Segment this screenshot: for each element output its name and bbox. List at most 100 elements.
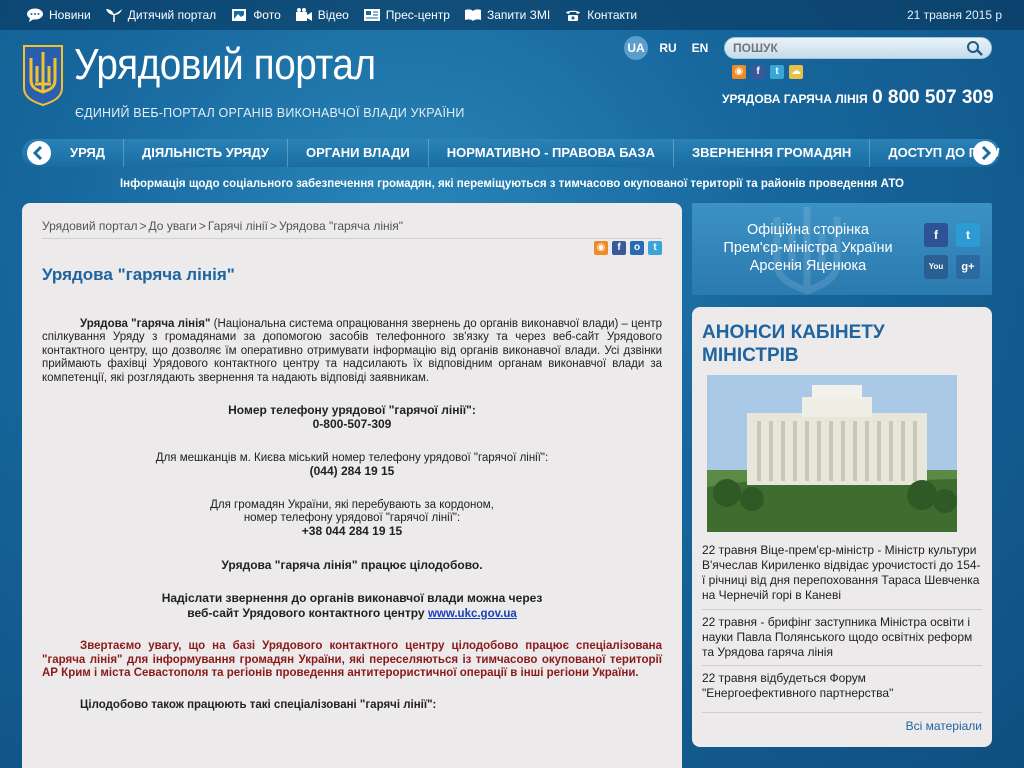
topbar-label: Новини [49,8,91,22]
facebook-icon[interactable]: f [612,241,626,255]
government-building-image[interactable] [707,375,957,532]
search-icon [967,41,983,56]
rss-icon[interactable]: ◉ [732,65,746,79]
notice-paragraph: Звертаємо увагу, що на базі Урядового ко… [42,640,662,679]
current-date: 21 травня 2015 р [906,8,1002,22]
phone-number: 0-800-507-309 [312,417,392,432]
twitter-icon[interactable]: t [770,65,784,79]
breadcrumb-separator: > [139,219,147,233]
topbar-item-kids-portal[interactable]: Дитячий портал [105,8,216,22]
announcements-title: АНОНСИ КАБІНЕТУ МІНІСТРІВ [702,321,885,367]
nav-next-button[interactable] [973,141,997,165]
breadcrumb-current: Урядова "гаряча лінія" [278,219,404,233]
abroad-label: Для громадян України, які перебувають за… [210,498,494,511]
topbar-label: Контакти [587,8,638,22]
facebook-icon[interactable]: f [751,65,765,79]
intro-bold: Урядова "гаряча лінія" [80,318,211,330]
facebook-icon[interactable]: f [924,223,948,247]
pm-social-links: f t You g+ [924,223,980,279]
also-lines-heading: Цілодобово також працюють такі спеціаліз… [42,699,662,712]
twitter-icon[interactable]: t [648,241,662,255]
breadcrumb-item[interactable]: До уваги [149,219,197,233]
topbar-label: Дитячий портал [127,8,217,22]
breadcrumb-item[interactable]: Урядовий портал [42,219,138,233]
twitter-icon[interactable]: t [956,223,980,247]
cabinet-announcements: АНОНСИ КАБІНЕТУ МІНІСТРІВ 22 травня Віце… [692,307,992,747]
nav-item-legal-base[interactable]: НОРМАТИВНО - ПРАВОВА БАЗА [429,139,674,167]
topbar-item-video[interactable]: Відео [295,8,349,22]
nav-items: УРЯД ДІЯЛЬНІСТЬ УРЯДУ ОРГАНИ ВЛАДИ НОРМА… [58,139,1000,167]
topbar-label: Запити ЗМІ [486,8,551,22]
kyiv-phone-block: Для мешканців м. Києва міський номер тел… [42,452,662,480]
document-icon [363,8,381,22]
divider [42,238,662,239]
site-title[interactable]: Урядовий портал [74,40,376,90]
rss-icon[interactable]: ◉ [594,241,608,255]
google-plus-icon[interactable]: g+ [956,255,980,279]
nav-item-government[interactable]: УРЯД [58,139,125,167]
title-line: АНОНСИ КАБІНЕТУ [702,322,885,343]
top-utility-bar: Новини Дитячий портал Фото Відео Прес-це… [0,0,1024,30]
photo-icon [230,8,248,22]
site-subtitle: ЄДИНИЙ ВЕБ-ПОРТАЛ ОРГАНІВ ВИКОНАВЧОЇ ВЛА… [75,106,465,120]
divider [702,665,982,666]
sprout-icon [105,8,123,22]
video-camera-icon [295,8,313,22]
pm-page-banner[interactable]: Офіційна сторінка Прем'єр-міністра Украї… [692,203,992,295]
topbar-item-press-center[interactable]: Прес-центр [363,8,450,22]
nav-item-citizen-appeals[interactable]: ЗВЕРНЕННЯ ГРОМАДЯН [674,139,871,167]
odnoklassniki-icon[interactable]: o [630,241,644,255]
pm-line: Арсенія Яценюка [749,258,867,274]
youtube-icon[interactable]: You [924,255,948,279]
breadcrumb-item[interactable]: Гарячі лінії [208,219,268,233]
main-navigation: УРЯД ДІЯЛЬНІСТЬ УРЯДУ ОРГАНИ ВЛАДИ НОРМА… [22,139,1000,167]
breadcrumb: Урядовий портал > До уваги > Гарячі лінії > Ур… [42,219,403,233]
topbar-item-media-requests[interactable]: Запити ЗМІ [464,8,550,22]
lang-ru[interactable]: RU [656,36,680,60]
phone-block: Номер телефону урядової "гарячої лінії":… [42,403,662,433]
search-input[interactable] [725,38,945,58]
pm-banner-text: Офіційна сторінка Прем'єр-міністра Украї… [702,221,914,275]
building-illustration [707,375,957,532]
pm-line: Офіційна сторінка [747,222,869,238]
all-materials-link[interactable]: Всі матеріали [906,719,982,733]
article-intro: Урядова "гаряча лінія" (Національна сист… [42,318,662,385]
chevron-left-icon [32,145,43,161]
breadcrumb-separator: > [269,219,277,233]
main-content: Урядовий портал > До уваги > Гарячі лінії > Ур… [22,203,682,768]
trident-logo-icon[interactable] [22,44,64,107]
search-button[interactable] [960,38,990,58]
chevron-right-icon [981,145,992,161]
divider [702,712,982,713]
lang-ua[interactable]: UA [624,36,648,60]
lang-en[interactable]: EN [688,36,712,60]
topbar-label: Прес-центр [385,8,450,22]
topbar-item-contacts[interactable]: Контакти [564,8,637,22]
send-block: Надіслати звернення до органів виконавчо… [42,592,662,621]
news-item[interactable]: 22 травня Віце-прем'єр-міністр - Міністр… [702,543,982,603]
abroad-phone-block: Для громадян України, які перебувають за… [42,499,662,540]
nav-prev-button[interactable] [27,141,51,165]
divider [702,609,982,610]
nav-item-authorities[interactable]: ОРГАНИ ВЛАДИ [288,139,429,167]
title-line: МІНІСТРІВ [702,345,799,366]
abroad-phone: +38 044 284 19 15 [301,524,403,539]
share-buttons: ◉ f o t [590,241,662,255]
topbar-item-photo[interactable]: Фото [230,8,281,22]
hotline-block: УРЯДОВА ГАРЯЧА ЛІНІЯ 0 800 507 309 [722,86,1002,111]
weather-icon[interactable]: ☁ [789,65,803,79]
hotline-number[interactable]: 0 800 507 309 [872,87,994,108]
nav-item-government-activity[interactable]: ДІЯЛЬНІСТЬ УРЯДУ [124,139,288,167]
breadcrumb-separator: > [198,219,206,233]
announcement-link[interactable]: Інформація щодо соціального забезпечення… [0,178,1024,190]
ukc-link[interactable]: www.ukc.gov.ua [428,608,517,620]
article-body: Урядова "гаряча лінія" (Національна сист… [42,318,662,713]
language-switcher: UA RU EN [624,36,720,60]
news-item[interactable]: 22 травня - брифінг заступника Міністра … [702,615,982,660]
kyiv-phone: (044) 284 19 15 [309,464,395,479]
news-item[interactable]: 22 травня відбудеться Форум "Енергоефект… [702,671,982,701]
also-text: Цілодобово також працюють такі спеціаліз… [80,699,437,712]
send-text: Надіслати звернення до органів виконавчо… [161,591,543,606]
topbar-item-news[interactable]: Новини [26,8,91,22]
topbar-label: Фото [253,8,281,22]
